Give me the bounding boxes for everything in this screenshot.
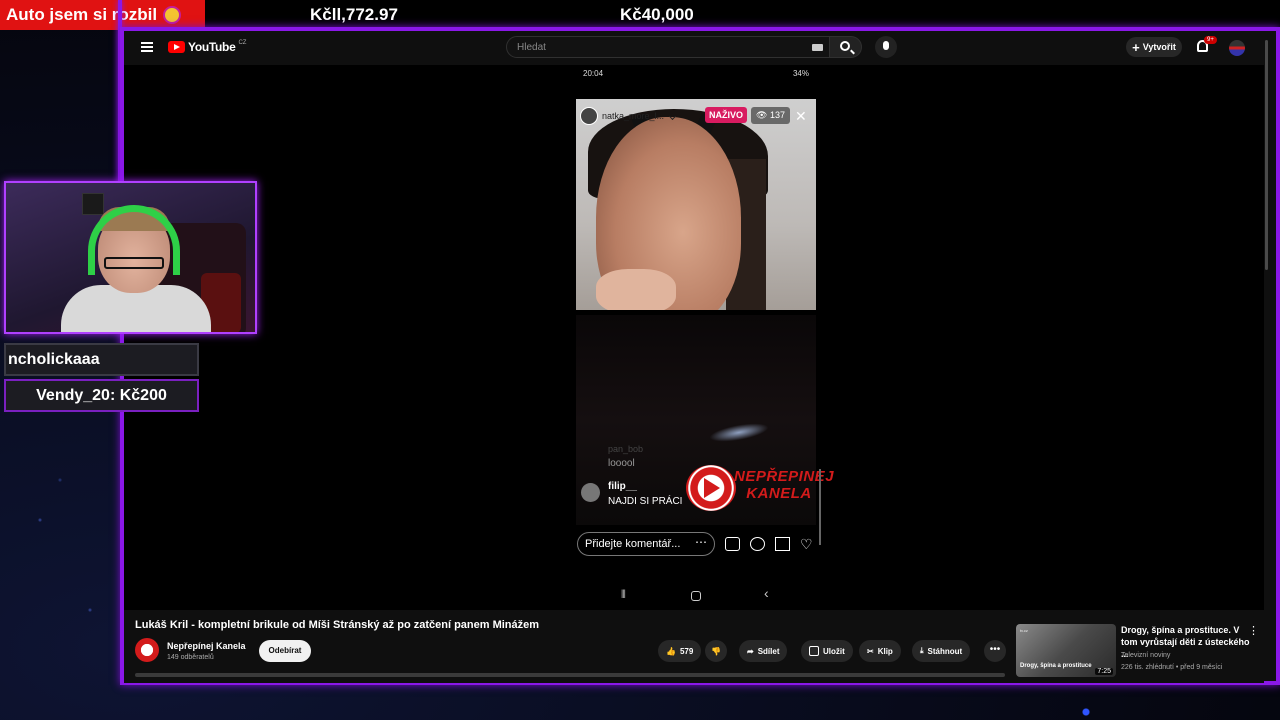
webcam-overlay: [4, 181, 257, 334]
viewer-count-value: 137: [769, 110, 785, 120]
more-actions-button[interactable]: •••: [984, 640, 1006, 662]
youtube-header: YouTube CZ Hledat + Vytvořit 9+: [124, 31, 1268, 65]
stream-alert-banner: Auto jsem si rozbil: [0, 0, 205, 30]
microphone-icon: [883, 41, 889, 50]
faded-comment-user: pan_bob: [608, 444, 644, 454]
recommended-channel: Televizní noviny: [1121, 652, 1171, 659]
channel-name[interactable]: Nepřepínej Kanela: [167, 641, 246, 651]
youtube-region: CZ: [238, 40, 247, 46]
video-add-icon[interactable]: [725, 537, 740, 551]
voice-search-button[interactable]: [875, 36, 897, 58]
channel-avatar[interactable]: [135, 638, 159, 662]
goal-target: Kč40,000: [620, 5, 694, 24]
account-avatar[interactable]: [1229, 40, 1245, 56]
comment-avatar: [581, 483, 600, 502]
subscriber-count: 149 odběratelů: [167, 654, 214, 661]
viewer-count: 👁 137: [751, 107, 790, 124]
recommended-stats: 226 tis. zhlédnutí • před 9 měsíci: [1121, 664, 1223, 671]
recommended-more-icon[interactable]: ⋮: [1248, 624, 1259, 637]
comment-user: filip__: [608, 481, 637, 492]
emoji-icon: [163, 6, 182, 24]
bookmark-icon: [809, 646, 819, 656]
phone-battery: 34%: [792, 69, 809, 78]
live-username: natka_more_l...: [602, 111, 665, 121]
hand: [596, 269, 676, 310]
android-recents-icon: ⦀: [621, 589, 626, 601]
clip-button[interactable]: ✂ Klip: [859, 640, 901, 662]
heart-icon[interactable]: ♡: [800, 537, 813, 551]
recommended-meta: Televizní noviny 226 tis. zhlédnutí • př…: [1121, 650, 1222, 674]
share-button[interactable]: ➦ Sdílet: [739, 640, 788, 662]
event-donation-panel: Vendy_20: Kč200: [4, 379, 199, 412]
video-player[interactable]: 20:04 34% natka_more_l... NAŽIVO 👁 137 ✕…: [124, 65, 1264, 610]
clip-label: Klip: [877, 646, 893, 656]
event-user-panel: ncholickaaa: [4, 343, 199, 376]
search-icon: [840, 41, 850, 51]
create-label: Vytvořit: [1142, 42, 1176, 52]
android-back-icon: ‹: [764, 585, 769, 601]
chevron-down-icon: [669, 112, 677, 120]
search-input[interactable]: Hledat: [506, 36, 830, 58]
video-duration: 7:25: [1095, 668, 1113, 675]
phone-status-bar: 20:04 34%: [583, 69, 809, 78]
thumbs-up-icon: 👍: [666, 646, 676, 656]
subscribe-button[interactable]: Odebírat: [259, 640, 311, 662]
share-label: Sdílet: [757, 646, 780, 656]
channel-logo-watermark: [686, 465, 736, 511]
goal-current: Kčll,772.97: [310, 5, 398, 24]
save-button[interactable]: Uložit: [801, 640, 853, 662]
close-icon[interactable]: ✕: [795, 108, 807, 125]
keyboard-icon[interactable]: [812, 44, 823, 51]
share-icon: ➦: [747, 646, 754, 656]
video-progress-bar[interactable]: [135, 673, 1005, 677]
notification-badge: 9+: [1204, 36, 1217, 44]
question-icon[interactable]: [750, 537, 765, 551]
live-badge: NAŽIVO: [705, 107, 748, 123]
live-action-icons: ♡: [725, 537, 813, 551]
channel-watermark-text: NEPŘEPINEJ KANELA: [734, 468, 835, 502]
youtube-wordmark: YouTube: [188, 40, 236, 54]
search-button[interactable]: [830, 36, 862, 58]
video-title: Lukáš Kril - kompletní brikule od Míši S…: [135, 619, 540, 631]
phone-time: 20:04: [583, 69, 604, 78]
create-button[interactable]: + Vytvořit: [1126, 37, 1182, 57]
save-label: Uložit: [823, 646, 845, 656]
search-placeholder: Hledat: [517, 42, 546, 53]
youtube-play-icon: [168, 41, 185, 53]
android-home-icon: [691, 591, 701, 601]
thumbs-down-icon: 👎: [711, 646, 721, 656]
live-video-feed: natka_more_l... NAŽIVO 👁 137 ✕: [576, 99, 816, 310]
live-user-header[interactable]: natka_more_l...: [580, 107, 677, 125]
stream-top-bar: Auto jsem si rozbil Kčll,772.97 Kč40,000: [0, 0, 1280, 30]
download-label: Stáhnout: [927, 646, 963, 656]
comment-input[interactable]: Přidejte komentář... ⋯: [577, 532, 715, 556]
like-button[interactable]: 👍 579: [658, 640, 702, 662]
video-info-panel: Lukáš Kril - kompletní brikule od Míši S…: [124, 610, 1264, 683]
recommended-thumbnail[interactable]: tv.cz Drogy, špína a prostituce 7:25: [1016, 624, 1116, 677]
more-dots-icon[interactable]: ⋯: [695, 535, 707, 549]
wall-picture: [82, 193, 104, 215]
live-user-avatar: [580, 107, 598, 125]
glasses: [104, 257, 164, 269]
download-button[interactable]: ⤓ Stáhnout: [912, 640, 971, 662]
plus-icon: +: [1132, 39, 1140, 55]
page-scrollbar-thumb[interactable]: [1265, 40, 1268, 270]
like-count: 579: [679, 646, 694, 656]
comment-input-placeholder: Přidejte komentář...: [585, 538, 681, 550]
youtube-logo[interactable]: YouTube CZ: [168, 40, 246, 54]
scissors-icon: ✂: [867, 646, 874, 656]
menu-icon[interactable]: [141, 42, 153, 52]
phone-scrollbar: [819, 469, 821, 545]
comment-text: NAJDI SI PRÁCI: [608, 496, 683, 507]
dislike-button[interactable]: 👎: [705, 640, 727, 662]
send-icon[interactable]: [775, 537, 790, 551]
download-icon: ⤓: [920, 646, 924, 655]
faded-comment-text: looool: [608, 458, 635, 469]
thumb-channel: tv.cz: [1020, 628, 1028, 633]
thumb-text: Drogy, špína a prostituce: [1020, 663, 1092, 669]
alert-text: Auto jsem si rozbil: [6, 5, 158, 24]
